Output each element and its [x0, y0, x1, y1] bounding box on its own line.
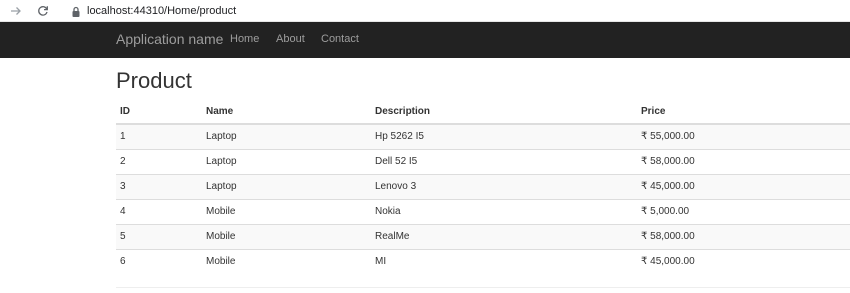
lock-icon[interactable] — [71, 5, 81, 17]
cell-name: Laptop — [202, 123, 371, 149]
cell-id: 1 — [116, 123, 202, 149]
table-row: 1 Laptop Hp 5262 I5 ₹ 55,000.00 — [116, 123, 850, 149]
cell-price: ₹ 58,000.00 — [637, 223, 850, 249]
cell-price: ₹ 58,000.00 — [637, 148, 850, 174]
cell-description: Dell 52 I5 — [371, 148, 637, 174]
table-header-row: ID Name Description Price — [116, 100, 850, 125]
forward-arrow-icon[interactable] — [9, 4, 23, 18]
column-header-description: Description — [371, 100, 637, 125]
cell-price: ₹ 45,000.00 — [637, 173, 850, 199]
cell-price: ₹ 55,000.00 — [637, 123, 850, 149]
brand-link[interactable]: Application name — [116, 31, 223, 47]
cell-id: 2 — [116, 148, 202, 174]
cell-id: 3 — [116, 173, 202, 199]
nav-link-home[interactable]: Home — [230, 33, 259, 45]
cell-description: MI — [371, 248, 637, 274]
address-bar[interactable]: localhost:44310/Home/product — [87, 5, 236, 17]
cell-name: Mobile — [202, 223, 371, 249]
table-row: 5 Mobile RealMe ₹ 58,000.00 — [116, 223, 850, 249]
footer-divider — [116, 287, 850, 288]
cell-price: ₹ 45,000.00 — [637, 248, 850, 274]
cell-id: 5 — [116, 223, 202, 249]
cell-name: Laptop — [202, 173, 371, 199]
cell-name: Laptop — [202, 148, 371, 174]
column-header-price: Price — [637, 100, 850, 125]
cell-name: Mobile — [202, 198, 371, 224]
column-header-name: Name — [202, 100, 371, 125]
table-row: 4 Mobile Nokia ₹ 5,000.00 — [116, 198, 850, 224]
cell-id: 6 — [116, 248, 202, 274]
nav-link-about[interactable]: About — [276, 33, 305, 45]
cell-price: ₹ 5,000.00 — [637, 198, 850, 224]
table-row: 2 Laptop Dell 52 I5 ₹ 58,000.00 — [116, 148, 850, 174]
cell-description: Hp 5262 I5 — [371, 123, 637, 149]
cell-description: RealMe — [371, 223, 637, 249]
cell-id: 4 — [116, 198, 202, 224]
top-navbar: Application name Home About Contact — [0, 22, 850, 58]
nav-link-contact[interactable]: Contact — [321, 33, 359, 45]
column-header-id: ID — [116, 100, 202, 125]
product-table: ID Name Description Price 1 Laptop Hp 52… — [116, 100, 850, 274]
reload-icon[interactable] — [36, 4, 50, 18]
browser-toolbar: localhost:44310/Home/product — [0, 0, 850, 22]
cell-description: Lenovo 3 — [371, 173, 637, 199]
cell-name: Mobile — [202, 248, 371, 274]
page-title: Product — [116, 68, 192, 93]
table-row: 6 Mobile MI ₹ 45,000.00 — [116, 248, 850, 274]
table-row: 3 Laptop Lenovo 3 ₹ 45,000.00 — [116, 173, 850, 199]
cell-description: Nokia — [371, 198, 637, 224]
